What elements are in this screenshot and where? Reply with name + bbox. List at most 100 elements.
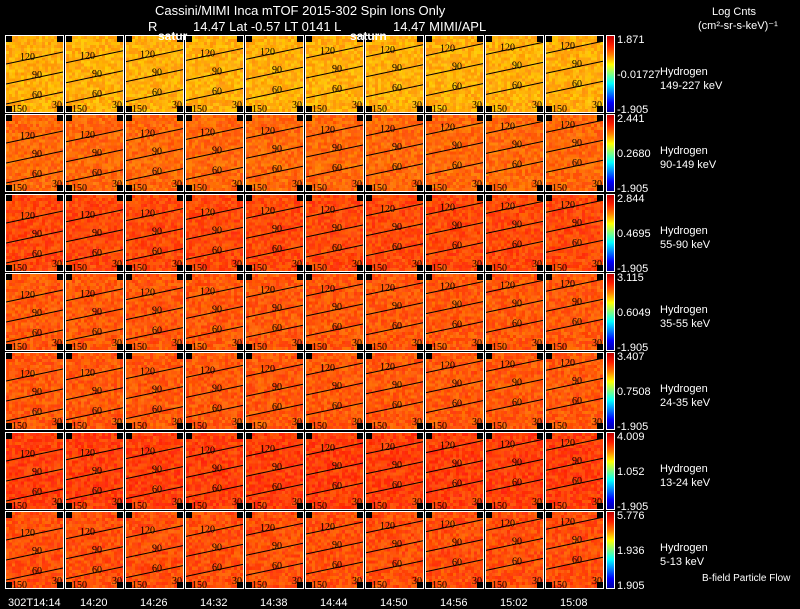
contour-label: 30: [292, 338, 302, 349]
colorbar-label-cmin: 1.905: [617, 579, 645, 592]
contour-label: 30: [232, 259, 242, 270]
contour-label: 30: [412, 100, 422, 111]
contour-label: 90: [512, 536, 522, 547]
contour-label: 90: [452, 537, 462, 548]
contour-label: 60: [212, 245, 222, 256]
saturn-label: saturn: [350, 29, 387, 43]
contour-label: 120: [20, 211, 35, 222]
contour-label: 60: [272, 323, 282, 334]
contour-label: 60: [92, 89, 102, 100]
contour-label: 90: [392, 142, 402, 153]
contour-label: 60: [152, 325, 162, 336]
contour-label: 120: [20, 369, 35, 380]
contour-label: 120: [200, 524, 215, 535]
contour-label: 120: [560, 517, 575, 528]
saturn-label: satur: [158, 29, 188, 43]
heatmap-panel: 120 90 60 150 30: [245, 352, 304, 431]
contour-label: 150: [432, 342, 447, 350]
contour-label: 60: [572, 555, 582, 566]
contour-label: 120: [560, 41, 575, 52]
contour-label: 30: [592, 338, 602, 349]
contour-label: 150: [12, 580, 27, 588]
contour-label: 120: [560, 279, 575, 290]
plot-title: Cassini/MIMI Inca mTOF 2015-302 Spin Ion…: [155, 3, 446, 18]
row-label-species: Hydrogen: [660, 541, 708, 554]
contour-label: 60: [392, 162, 402, 173]
contour-label: 60: [392, 479, 402, 490]
heatmap-panel: 120 90 60 150 30: [545, 114, 604, 193]
contour-label: 90: [512, 60, 522, 71]
contour-label: 90: [332, 461, 342, 472]
contour-label: 30: [172, 417, 182, 428]
subtitle-position: 14.47 Lat -0.57 LT 0141 L: [193, 19, 342, 34]
contour-label: 150: [312, 263, 327, 271]
heatmap-panel: 120 90 60 150 30: [485, 114, 544, 193]
heatmap-panel: 120 90 60 150 30: [425, 352, 484, 431]
contour-label: 150: [72, 580, 87, 588]
contour-label: 150: [192, 263, 207, 271]
colorbar-label-cmid: 1.936: [617, 544, 645, 557]
contour-label: 150: [72, 342, 87, 350]
contour-label: 150: [492, 501, 507, 509]
contour-label: 60: [572, 476, 582, 487]
contour-label: 120: [560, 358, 575, 369]
contour-label: 120: [380, 362, 395, 373]
contour-label: 60: [32, 487, 42, 498]
contour-label: 120: [440, 281, 455, 292]
contour-label: 60: [92, 485, 102, 496]
contour-label: 150: [312, 501, 327, 509]
x-tick-label: 14:20: [80, 597, 108, 609]
contour-label: 30: [112, 338, 122, 349]
contour-label: 90: [212, 225, 222, 236]
contour-label: 120: [500, 280, 515, 291]
contour-label: 150: [12, 342, 27, 350]
contour-label: 60: [332, 84, 342, 95]
contour-label: 90: [332, 302, 342, 313]
row-label-species: Hydrogen: [660, 462, 708, 475]
contour-label: 60: [572, 79, 582, 90]
contour-label: 60: [152, 88, 162, 99]
heatmap-panel: 120 90 60 150 30: [125, 510, 184, 589]
contour-label: 90: [212, 384, 222, 395]
heatmap-panel: 120 90 60 150 30: [305, 272, 364, 351]
heatmap-panel: 120 90 60 150 30: [365, 352, 424, 431]
contour-label: 120: [20, 528, 35, 539]
contour-label: 150: [132, 342, 147, 350]
contour-label: 90: [32, 546, 42, 557]
heatmap-panel: 120 90 60 150 30: [125, 272, 184, 351]
contour-label: 150: [192, 104, 207, 112]
heatmap-panel: 120 90 60 150 30: [545, 272, 604, 351]
contour-label: 30: [232, 576, 242, 587]
contour-label: 30: [52, 259, 62, 270]
contour-label: 120: [80, 527, 95, 538]
contour-label: 30: [52, 100, 62, 111]
contour-label: 60: [272, 85, 282, 96]
contour-label: 90: [392, 301, 402, 312]
contour-label: 60: [32, 249, 42, 260]
heatmap-panel: 120 90 60 150 30: [65, 510, 124, 589]
heatmap-panel: 120 90 60 150 30: [65, 431, 124, 510]
contour-label: 120: [380, 441, 395, 452]
heatmap-panel: 120 90 60 150 30: [365, 193, 424, 272]
colorbar-label-cmax: 3.407: [617, 351, 645, 364]
contour-label: 120: [380, 45, 395, 56]
contour-label: 150: [72, 263, 87, 271]
colorbar: [606, 114, 615, 193]
contour-label: 90: [212, 304, 222, 315]
contour-label: 90: [572, 376, 582, 387]
contour-label: 90: [512, 298, 522, 309]
contour-label: 90: [392, 221, 402, 232]
contour-label: 30: [112, 100, 122, 111]
contour-label: 120: [380, 203, 395, 214]
contour-label: 60: [392, 321, 402, 332]
contour-label: 60: [572, 396, 582, 407]
contour-label: 90: [212, 463, 222, 474]
contour-label: 120: [140, 367, 155, 378]
contour-label: 60: [212, 483, 222, 494]
heatmap-panel: 120 90 60 150 30: [65, 352, 124, 431]
contour-label: 90: [152, 68, 162, 79]
contour-label: 120: [320, 46, 335, 57]
colorbar: [606, 193, 615, 272]
heatmap-panel: 120 90 60 150 30: [365, 35, 424, 113]
heatmap-panel: 120 90 60 150 30: [245, 272, 304, 351]
